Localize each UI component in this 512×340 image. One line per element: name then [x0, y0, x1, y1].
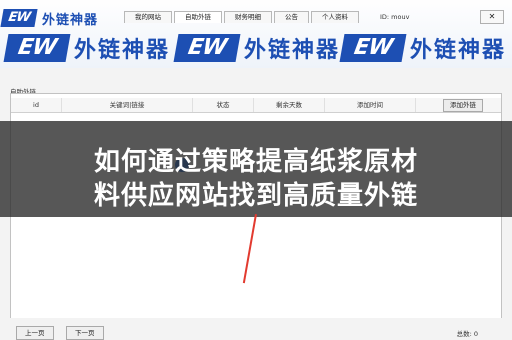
main-tabs: 我的网站 自助外链 财务明细 公告 个人资料: [124, 11, 361, 23]
total-count: 总数: 0: [456, 330, 478, 338]
tab-profile[interactable]: 个人资料: [311, 11, 359, 23]
tab-my-sites[interactable]: 我的网站: [124, 11, 172, 23]
brand-name: 外链神器: [244, 37, 341, 63]
brand-mark: EW: [3, 34, 71, 62]
brand-mark: EW: [173, 34, 241, 62]
brand-name: 外链神器: [42, 12, 99, 28]
column-id: id: [11, 98, 62, 112]
table-header: id 关键词|链接 状态 剩余天数 添加时间: [11, 98, 501, 113]
brand-logo-2: EW 外链神器: [173, 32, 341, 64]
prev-page-button[interactable]: 上一页: [16, 326, 54, 340]
column-status: 状态: [193, 98, 254, 112]
brand-logo-1: EW 外链神器: [3, 32, 171, 64]
column-added-time: 添加时间: [325, 98, 416, 112]
brand-logo-3: EW 外链神器: [339, 32, 507, 64]
overlay-headline-line2: 料供应网站找到高质量外链: [93, 181, 418, 211]
column-keyword-link: 关键词|链接: [62, 98, 193, 112]
brand-logo-top: EW 外链神器: [0, 2, 99, 34]
brand-name: 外链神器: [410, 37, 507, 63]
overlay-headline-line1: 如何通过策略提高纸浆原材: [93, 147, 418, 177]
brand-mark: EW: [339, 34, 407, 62]
tab-announcements[interactable]: 公告: [274, 11, 309, 23]
brand-name: 外链神器: [74, 37, 171, 63]
tab-self-service-links[interactable]: 自助外链: [174, 11, 222, 23]
tab-finance[interactable]: 财务明细: [224, 11, 272, 23]
close-button[interactable]: ✕: [480, 10, 504, 24]
add-link-button[interactable]: 添加外链: [443, 99, 483, 112]
app-window: EW 外链神器 EW 外链神器 EW 外链神器 EW 外链神器 我的网站 自助外…: [0, 0, 512, 340]
brand-mark: EW: [0, 9, 38, 27]
next-page-button[interactable]: 下一页: [66, 326, 104, 340]
column-days-left: 剩余天数: [254, 98, 325, 112]
user-id-label: ID: mouv: [380, 13, 410, 21]
